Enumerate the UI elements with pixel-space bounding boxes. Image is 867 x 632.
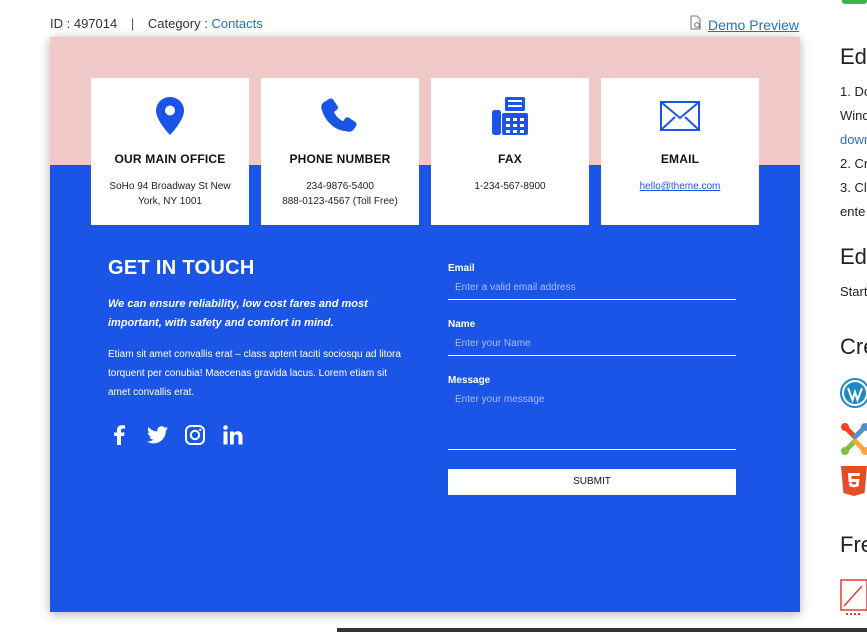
location-pin-icon [91, 96, 249, 136]
sidebar-line-5: 3. Cl [840, 180, 867, 195]
name-input[interactable]: Enter your Name [448, 330, 736, 356]
email-title: EMAIL [660, 152, 700, 166]
joomla-icon[interactable] [840, 422, 867, 461]
email-group: Email Enter a valid email address [448, 263, 736, 300]
name-group: Name Enter your Name [448, 319, 736, 356]
sidebar-heading-3: Cre [840, 334, 867, 359]
demo-preview-link[interactable]: Demo Preview [688, 15, 799, 34]
meta-separator: | [130, 16, 135, 31]
phone-title: PHONE NUMBER [289, 152, 391, 166]
message-label: Message [448, 375, 491, 386]
envelope-icon [601, 96, 759, 136]
sidebar-heading-4: Fre [840, 532, 867, 557]
social-links [108, 424, 408, 446]
linkedin-icon[interactable] [222, 424, 244, 446]
fax-icon [431, 96, 589, 136]
template-id: ID : 497014 [50, 16, 118, 31]
sidebar-link-download[interactable]: down [840, 132, 867, 147]
email-card: EMAIL hello@theme.com [601, 78, 759, 225]
design-tool-icon[interactable] [840, 576, 867, 621]
template-preview: OUR MAIN OFFICE SoHo 94 Broadway St New … [50, 37, 800, 612]
category-link[interactable]: Contacts [211, 16, 262, 31]
email-input[interactable]: Enter a valid email address [448, 274, 736, 300]
info-cards: OUR MAIN OFFICE SoHo 94 Broadway St New … [91, 78, 759, 225]
facebook-icon[interactable] [108, 424, 130, 446]
section-heading: GET IN TOUCH [108, 257, 255, 279]
tagline: We can ensure reliability, low cost fare… [108, 298, 368, 329]
sidebar-heading-2: Ed [840, 244, 867, 269]
category-label: Category : [147, 16, 212, 31]
fax-number: 1-234-567-8900 [431, 179, 589, 194]
fax-card: FAX 1-234-567-8900 [431, 78, 589, 225]
name-label: Name [448, 319, 476, 330]
office-card: OUR MAIN OFFICE SoHo 94 Broadway St New … [91, 78, 249, 225]
contact-form: Email Enter a valid email address Name E… [448, 263, 736, 495]
fax-title: FAX [498, 152, 522, 166]
sidebar-heading-1: Ed [840, 44, 867, 69]
phone-line1: 234-9876-5400 [306, 181, 374, 192]
html5-icon[interactable] [840, 466, 867, 503]
fax-line1: 1-234-567-8900 [474, 181, 546, 192]
demo-preview-label: Demo Preview [708, 16, 800, 33]
submit-button[interactable]: SUBMIT [448, 469, 736, 495]
right-sidebar: Ed 1. Do Wind down 2. Cr 3. Cl ente Ed S… [838, 0, 867, 632]
wordpress-icon[interactable] [840, 378, 867, 413]
phone-card: PHONE NUMBER 234-9876-5400 888-0123-4567… [261, 78, 419, 225]
get-in-touch-section: GET IN TOUCH We can ensure reliability, … [108, 257, 408, 446]
twitter-icon[interactable] [146, 424, 168, 446]
page: ID : 497014 | Category : Contacts Demo P… [0, 0, 867, 632]
instagram-icon[interactable] [184, 424, 206, 446]
template-meta: ID : 497014 | Category : Contacts [50, 16, 263, 31]
phone-numbers: 234-9876-5400 888-0123-4567 (Toll Free) [261, 179, 419, 209]
sidebar-line-6: ente [840, 204, 866, 219]
sidebar-line-4: 2. Cr [840, 156, 867, 171]
phone-line2: 888-0123-4567 (Toll Free) [282, 196, 398, 207]
message-textarea[interactable]: Enter your message [448, 386, 736, 450]
sidebar-line-7: Start [840, 284, 867, 299]
office-address-line2: York, NY 1001 [138, 196, 202, 207]
email-link[interactable]: hello@theme.com [640, 181, 721, 192]
office-address-line1: SoHo 94 Broadway St New [109, 181, 231, 192]
office-title: OUR MAIN OFFICE [114, 152, 226, 166]
email-address: hello@theme.com [601, 179, 759, 194]
email-label: Email [448, 263, 475, 274]
sidebar-line-1: 1. Do [840, 84, 867, 99]
message-group: Message Enter your message [448, 375, 736, 450]
sidebar-line-2: Wind [840, 108, 867, 123]
phone-icon [261, 96, 419, 136]
office-address: SoHo 94 Broadway St New York, NY 1001 [91, 179, 249, 209]
document-search-icon [688, 15, 704, 34]
bottom-scroll-track [337, 628, 867, 632]
body-text: Etiam sit amet convallis erat – class ap… [108, 349, 401, 398]
